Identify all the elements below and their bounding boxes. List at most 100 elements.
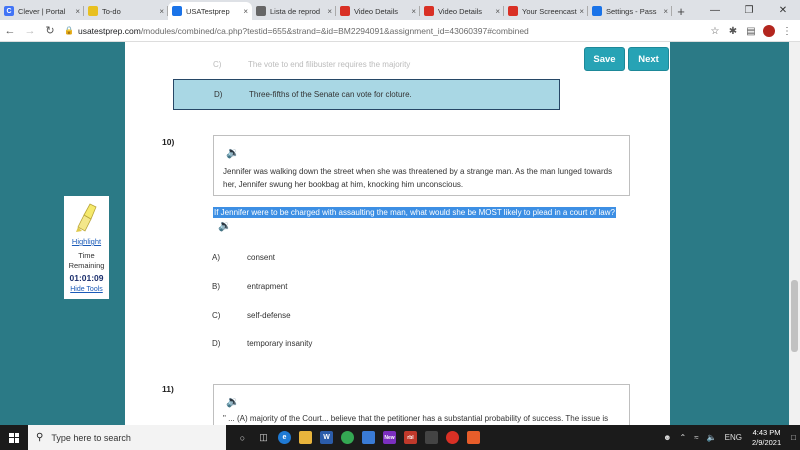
- answer-letter: D): [214, 90, 223, 99]
- choice-letter: C): [212, 311, 221, 320]
- prev-choice-c-letter: C): [213, 60, 222, 69]
- browser-tab[interactable]: USATestprep ×: [168, 2, 252, 20]
- tab-favicon-icon: [508, 6, 518, 16]
- app-icon[interactable]: [463, 425, 484, 450]
- audio-speaker-icon[interactable]: 🔉: [226, 395, 240, 408]
- tab-close-icon[interactable]: ×: [411, 7, 416, 16]
- page-scrollbar[interactable]: [789, 42, 800, 425]
- tab-close-icon[interactable]: ×: [75, 7, 80, 16]
- time-remaining-label: Time Remaining: [68, 251, 105, 270]
- browser-tab-strip: C Clever | Portal × To-do × USATestprep × Lista…: [0, 0, 800, 20]
- bookmark-star-icon[interactable]: ☆: [706, 21, 724, 41]
- browser-tab[interactable]: Your Screencast ×: [504, 2, 588, 20]
- tab-favicon-icon: [172, 6, 182, 16]
- hide-tools-link[interactable]: Hide Tools: [64, 286, 109, 293]
- tab-label: Clever | Portal: [18, 6, 66, 16]
- tab-label: Your Screencast: [522, 6, 577, 16]
- tab-label: Settings - Pass: [606, 6, 657, 16]
- address-path: /modules/combined/ca.php?testid=655&stra…: [140, 25, 529, 36]
- extensions-icon[interactable]: ✱: [724, 21, 742, 41]
- cortana-icon[interactable]: ○: [232, 425, 253, 450]
- address-host: usatestprep.com: [77, 25, 141, 36]
- back-icon[interactable]: ←: [0, 21, 20, 41]
- tab-favicon-icon: [340, 6, 350, 16]
- roblox-icon[interactable]: rbl: [400, 425, 421, 450]
- new-tab-button[interactable]: +: [672, 2, 690, 20]
- tab-label: Lista de reprod: [270, 6, 321, 16]
- passage-box: 🔉 " ... (A) majority of the Court... bel…: [213, 384, 630, 425]
- media-icon[interactable]: [421, 425, 442, 450]
- question-audio-speaker-icon[interactable]: 🔉: [218, 219, 232, 232]
- volume-icon[interactable]: 🔈: [703, 433, 721, 442]
- tab-label: Video Details: [354, 6, 399, 16]
- choice-letter: A): [212, 253, 220, 262]
- highlight-link[interactable]: Highlight: [64, 237, 109, 246]
- choice-d[interactable]: D) temporary insanity: [212, 339, 312, 348]
- tab-close-icon[interactable]: ×: [159, 7, 164, 16]
- language-indicator[interactable]: ENG: [721, 433, 746, 442]
- tab-close-icon[interactable]: ×: [243, 7, 248, 16]
- browser-toolbar: ← → ↻ 🔒 usatestprep.com/modules/combined…: [0, 20, 800, 42]
- system-tray: ☻ ⌃ ≈ 🔈 ENG 4:43 PM 2/9/2021 □: [659, 425, 800, 450]
- windows-start-icon[interactable]: [0, 425, 28, 450]
- browser-tab[interactable]: C Clever | Portal ×: [0, 2, 84, 20]
- save-button[interactable]: Save: [584, 47, 625, 71]
- minimize-icon[interactable]: —: [698, 0, 732, 20]
- selected-answer-d[interactable]: D) Three-fifths of the Senate can vote f…: [173, 79, 560, 110]
- tab-favicon-icon: [424, 6, 434, 16]
- scrollbar-thumb[interactable]: [791, 280, 798, 352]
- task-view-icon[interactable]: ◫: [253, 425, 274, 450]
- next-button[interactable]: Next: [628, 47, 669, 71]
- tray-chevron-icon[interactable]: ⌃: [676, 433, 691, 442]
- taskbar-search[interactable]: ⚲ Type here to search: [28, 425, 226, 450]
- choice-text: entrapment: [247, 282, 288, 291]
- browser-tab[interactable]: Video Details ×: [420, 2, 504, 20]
- clock-date: 2/9/2021: [751, 437, 782, 447]
- browser-tab[interactable]: Settings - Pass ×: [588, 2, 672, 20]
- reload-icon[interactable]: ↻: [40, 21, 60, 41]
- search-icon: ⚲: [36, 432, 44, 443]
- choice-a[interactable]: A) consent: [212, 253, 275, 262]
- tools-panel: Highlight Time Remaining 01:01:09 Hide T…: [64, 196, 109, 299]
- browser-tab[interactable]: To-do ×: [84, 2, 168, 20]
- edge-icon[interactable]: e: [274, 425, 295, 450]
- window-controls: — ❐ ✕: [698, 0, 800, 20]
- answer-text: Three-fifths of the Senate can vote for …: [249, 90, 412, 99]
- people-icon[interactable]: ☻: [659, 433, 675, 442]
- menu-kebab-icon[interactable]: ⋮: [778, 21, 796, 41]
- tab-favicon-icon: C: [4, 6, 14, 16]
- chrome-profile-icon[interactable]: [442, 425, 463, 450]
- tab-close-icon[interactable]: ×: [327, 7, 332, 16]
- file-explorer-icon[interactable]: [295, 425, 316, 450]
- taskbar-clock[interactable]: 4:43 PM 2/9/2021: [746, 428, 787, 448]
- forward-icon[interactable]: →: [20, 21, 40, 41]
- close-window-icon[interactable]: ✕: [766, 0, 800, 20]
- question-text-highlighted: If Jennifer were to be charged with assa…: [213, 207, 616, 218]
- notifications-icon[interactable]: □: [787, 433, 800, 442]
- browser-tab[interactable]: Video Details ×: [336, 2, 420, 20]
- browser-tab[interactable]: Lista de reprod ×: [252, 2, 336, 20]
- tab-close-icon[interactable]: ×: [663, 7, 668, 16]
- search-placeholder: Type here to search: [51, 432, 131, 443]
- chrome-icon[interactable]: [337, 425, 358, 450]
- tab-close-icon[interactable]: ×: [579, 7, 584, 16]
- page-viewport: C) The vote to end filibuster requires t…: [0, 42, 800, 425]
- wifi-icon[interactable]: ≈: [690, 433, 702, 442]
- tab-separator: [671, 6, 672, 16]
- profile-avatar[interactable]: [763, 25, 775, 37]
- highlighter-icon[interactable]: [74, 201, 98, 233]
- audio-speaker-icon[interactable]: 🔉: [226, 146, 240, 159]
- word-icon[interactable]: W: [316, 425, 337, 450]
- address-bar[interactable]: 🔒 usatestprep.com/modules/combined/ca.ph…: [64, 23, 754, 39]
- choice-b[interactable]: B) entrapment: [212, 282, 287, 291]
- choice-letter: B): [212, 282, 220, 291]
- photos-icon[interactable]: [358, 425, 379, 450]
- tab-close-icon[interactable]: ×: [495, 7, 500, 16]
- choice-c[interactable]: C) self-defense: [212, 311, 291, 320]
- windows-taskbar: ⚲ Type here to search ○ ◫ e W New rbl ☻ …: [0, 425, 800, 450]
- reading-list-icon[interactable]: ▤: [742, 21, 760, 41]
- choice-text: temporary insanity: [247, 339, 313, 348]
- lock-icon: 🔒: [64, 26, 74, 35]
- restore-icon[interactable]: ❐: [732, 0, 766, 20]
- news-icon[interactable]: New: [379, 425, 400, 450]
